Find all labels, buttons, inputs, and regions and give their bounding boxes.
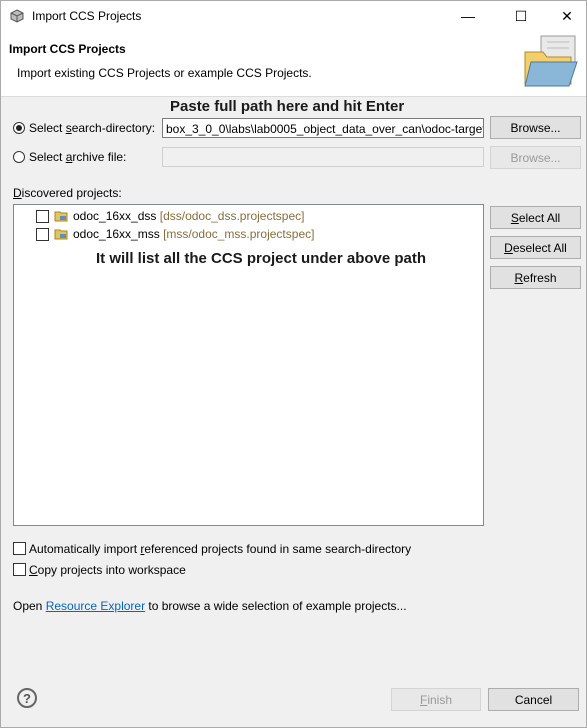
project-checkbox-mss[interactable] [36,228,49,241]
app-icon [10,9,24,23]
refresh-button[interactable]: Refresh [490,266,581,289]
project-icon [54,227,68,241]
archive-file-label[interactable]: Select archive file: [29,150,126,164]
folder-import-icon [521,34,579,90]
deselect-all-button[interactable]: Deselect All [490,236,581,259]
window-title: Import CCS Projects [32,9,142,23]
wizard-description: Import existing CCS Projects or example … [17,66,312,80]
help-icon[interactable]: ? [17,688,37,708]
close-button[interactable]: ✕ [544,0,587,32]
copy-projects-checkbox[interactable] [13,563,26,576]
select-all-button[interactable]: Select All [490,206,581,229]
maximize-button[interactable]: ☐ [498,0,544,32]
list-item[interactable]: odoc_16xx_mss [mss/odoc_mss.projectspec] [73,227,314,241]
cancel-button[interactable]: Cancel [488,688,579,711]
minimize-button[interactable]: — [445,0,491,32]
list-item[interactable]: odoc_16xx_dss [dss/odoc_dss.projectspec] [73,209,304,223]
search-directory-input[interactable]: box_3_0_0\labs\lab0005_object_data_over_… [162,118,484,138]
project-icon [54,209,68,223]
wizard-title: Import CCS Projects [9,42,126,56]
resource-explorer-link[interactable]: Resource Explorer [46,599,145,613]
browse-archive-button[interactable]: Browse... [490,146,581,169]
archive-file-input[interactable] [162,147,484,167]
search-directory-radio[interactable] [13,122,25,134]
auto-import-label[interactable]: Automatically import referenced projects… [29,542,411,556]
annotation-list-projects: It will list all the CCS project under a… [96,250,427,267]
open-resource-explorer-text: Open Resource Explorer to browse a wide … [13,599,407,613]
browse-directory-button[interactable]: Browse... [490,116,581,139]
finish-button[interactable]: Finish [391,688,481,711]
archive-file-radio[interactable] [13,151,25,163]
copy-projects-label[interactable]: Copy projects into workspace [29,563,186,577]
annotation-paste-path: Paste full path here and hit Enter [170,98,405,115]
auto-import-checkbox[interactable] [13,542,26,555]
discovered-projects-label: Discovered projects: [13,186,122,200]
search-directory-label[interactable]: Select search-directory: [29,121,155,135]
project-checkbox-dss[interactable] [36,210,49,223]
